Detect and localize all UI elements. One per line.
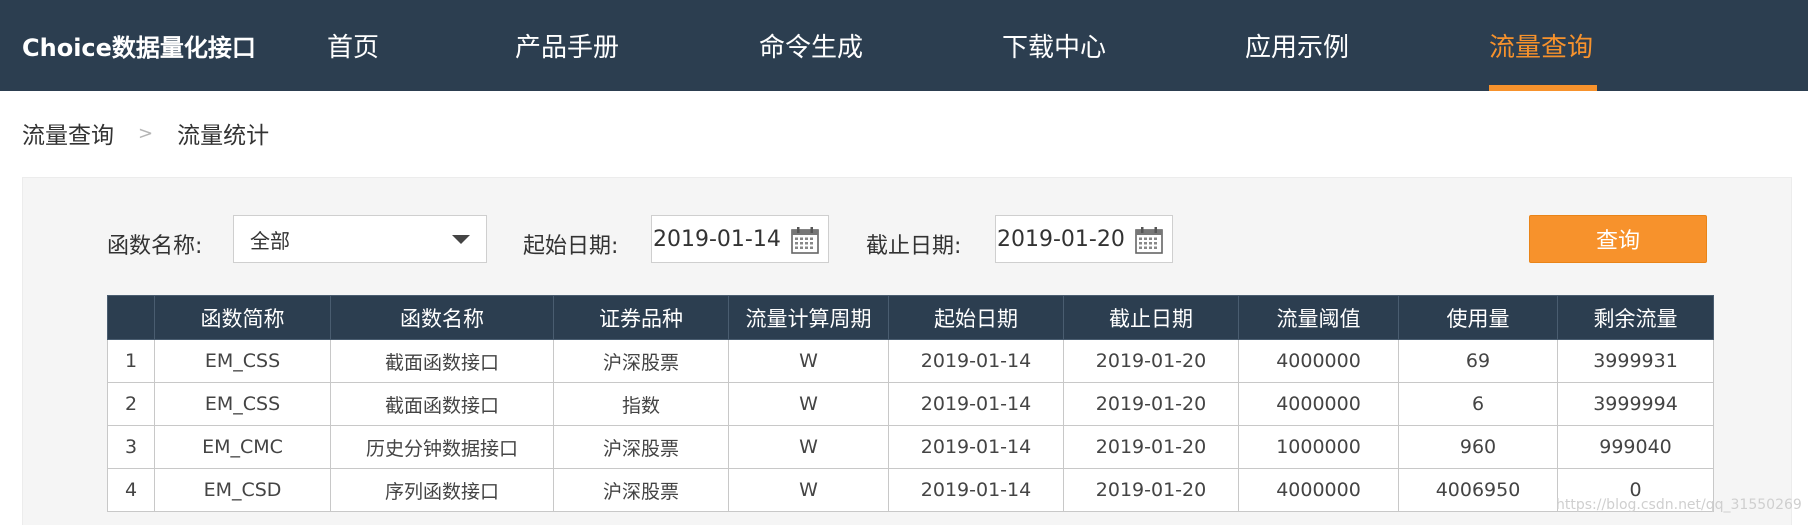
- cell-end-date: 2019-01-20: [1063, 425, 1239, 469]
- nav-item-examples[interactable]: 应用示例: [1245, 0, 1349, 91]
- cell-func-short: EM_CSD: [154, 468, 331, 512]
- table-row: 1 EM_CSS 截面函数接口 沪深股票 W 2019-01-14 2019-0…: [107, 339, 1714, 383]
- cell-usage: 6: [1398, 382, 1558, 426]
- cell-period: W: [728, 425, 889, 469]
- header-usage: 使用量: [1398, 295, 1558, 340]
- cell-period: W: [728, 382, 889, 426]
- cell-period: W: [728, 468, 889, 512]
- cell-end-date: 2019-01-20: [1063, 382, 1239, 426]
- cell-end-date: 2019-01-20: [1063, 468, 1239, 512]
- nav-item-traffic-query[interactable]: 流量查询: [1489, 0, 1593, 91]
- cell-func-name: 截面函数接口: [330, 339, 554, 383]
- cell-func-name: 截面函数接口: [330, 382, 554, 426]
- end-date-input[interactable]: 2019-01-20: [995, 215, 1173, 263]
- cell-index: 3: [107, 425, 155, 469]
- cell-func-short: EM_CMC: [154, 425, 331, 469]
- header-period: 流量计算周期: [728, 295, 889, 340]
- cell-start-date: 2019-01-14: [888, 425, 1064, 469]
- cell-usage: 960: [1398, 425, 1558, 469]
- nav-item-command[interactable]: 命令生成: [759, 0, 863, 91]
- calendar-icon[interactable]: [790, 225, 820, 255]
- header-start-date: 起始日期: [888, 295, 1064, 340]
- breadcrumb-current: 流量统计: [177, 123, 270, 149]
- table-row: 4 EM_CSD 序列函数接口 沪深股票 W 2019-01-14 2019-0…: [107, 468, 1714, 512]
- table-row: 2 EM_CSS 截面函数接口 指数 W 2019-01-14 2019-01-…: [107, 382, 1714, 426]
- cell-func-short: EM_CSS: [154, 382, 331, 426]
- calendar-icon[interactable]: [1134, 225, 1164, 255]
- cell-func-name: 序列函数接口: [330, 468, 554, 512]
- header-threshold: 流量阈值: [1238, 295, 1399, 340]
- cell-threshold: 1000000: [1238, 425, 1399, 469]
- end-date-value: 2019-01-20: [997, 226, 1125, 252]
- cell-remaining: 3999931: [1557, 339, 1714, 383]
- cell-index: 4: [107, 468, 155, 512]
- brand-logo[interactable]: Choice数据量化接口: [22, 0, 256, 91]
- active-tab-indicator: [1489, 85, 1597, 91]
- header-security-type: 证券品种: [553, 295, 729, 340]
- breadcrumb: 流量查询 > 流量统计: [22, 116, 269, 150]
- cell-start-date: 2019-01-14: [888, 339, 1064, 383]
- cell-index: 2: [107, 382, 155, 426]
- top-nav: Choice数据量化接口 首页 产品手册 命令生成 下载中心 应用示例 流量查询: [0, 0, 1808, 91]
- nav-item-home[interactable]: 首页: [327, 0, 379, 91]
- cell-security-type: 沪深股票: [553, 468, 729, 512]
- header-func-name: 函数名称: [330, 295, 554, 340]
- cell-start-date: 2019-01-14: [888, 382, 1064, 426]
- header-end-date: 截止日期: [1063, 295, 1239, 340]
- table-row: 3 EM_CMC 历史分钟数据接口 沪深股票 W 2019-01-14 2019…: [107, 425, 1714, 469]
- chevron-down-icon: [452, 235, 470, 244]
- cell-usage: 69: [1398, 339, 1558, 383]
- cell-security-type: 沪深股票: [553, 425, 729, 469]
- start-date-input[interactable]: 2019-01-14: [651, 215, 829, 263]
- cell-threshold: 4000000: [1238, 382, 1399, 426]
- watermark: https://blog.csdn.net/qq_31550269: [1556, 497, 1802, 513]
- header-func-short: 函数简称: [154, 295, 331, 340]
- nav-item-download[interactable]: 下载中心: [1002, 0, 1106, 91]
- nav-item-manual[interactable]: 产品手册: [515, 0, 619, 91]
- cell-security-type: 沪深股票: [553, 339, 729, 383]
- start-date-label: 起始日期:: [523, 234, 619, 259]
- func-name-select[interactable]: 全部: [233, 215, 487, 263]
- cell-remaining: 999040: [1557, 425, 1714, 469]
- end-date-label: 截止日期:: [866, 234, 962, 259]
- cell-usage: 4006950: [1398, 468, 1558, 512]
- cell-start-date: 2019-01-14: [888, 468, 1064, 512]
- breadcrumb-separator: >: [138, 122, 154, 144]
- query-panel: 函数名称: 全部 起始日期: 2019-01-14 截止日期: 2019-01-…: [22, 177, 1792, 525]
- query-button[interactable]: 查询: [1529, 215, 1707, 263]
- cell-security-type: 指数: [553, 382, 729, 426]
- cell-end-date: 2019-01-20: [1063, 339, 1239, 383]
- table-header-row: 函数简称 函数名称 证券品种 流量计算周期 起始日期 截止日期 流量阈值 使用量…: [107, 295, 1714, 340]
- traffic-table: 函数简称 函数名称 证券品种 流量计算周期 起始日期 截止日期 流量阈值 使用量…: [107, 295, 1714, 512]
- cell-threshold: 4000000: [1238, 339, 1399, 383]
- start-date-value: 2019-01-14: [653, 226, 781, 252]
- cell-func-short: EM_CSS: [154, 339, 331, 383]
- header-remaining: 剩余流量: [1557, 295, 1714, 340]
- cell-index: 1: [107, 339, 155, 383]
- func-name-selected-value: 全部: [250, 228, 290, 253]
- cell-func-name: 历史分钟数据接口: [330, 425, 554, 469]
- cell-threshold: 4000000: [1238, 468, 1399, 512]
- breadcrumb-parent[interactable]: 流量查询: [22, 116, 114, 150]
- header-index: [107, 295, 155, 340]
- cell-remaining: 3999994: [1557, 382, 1714, 426]
- func-name-label: 函数名称:: [107, 234, 203, 259]
- cell-period: W: [728, 339, 889, 383]
